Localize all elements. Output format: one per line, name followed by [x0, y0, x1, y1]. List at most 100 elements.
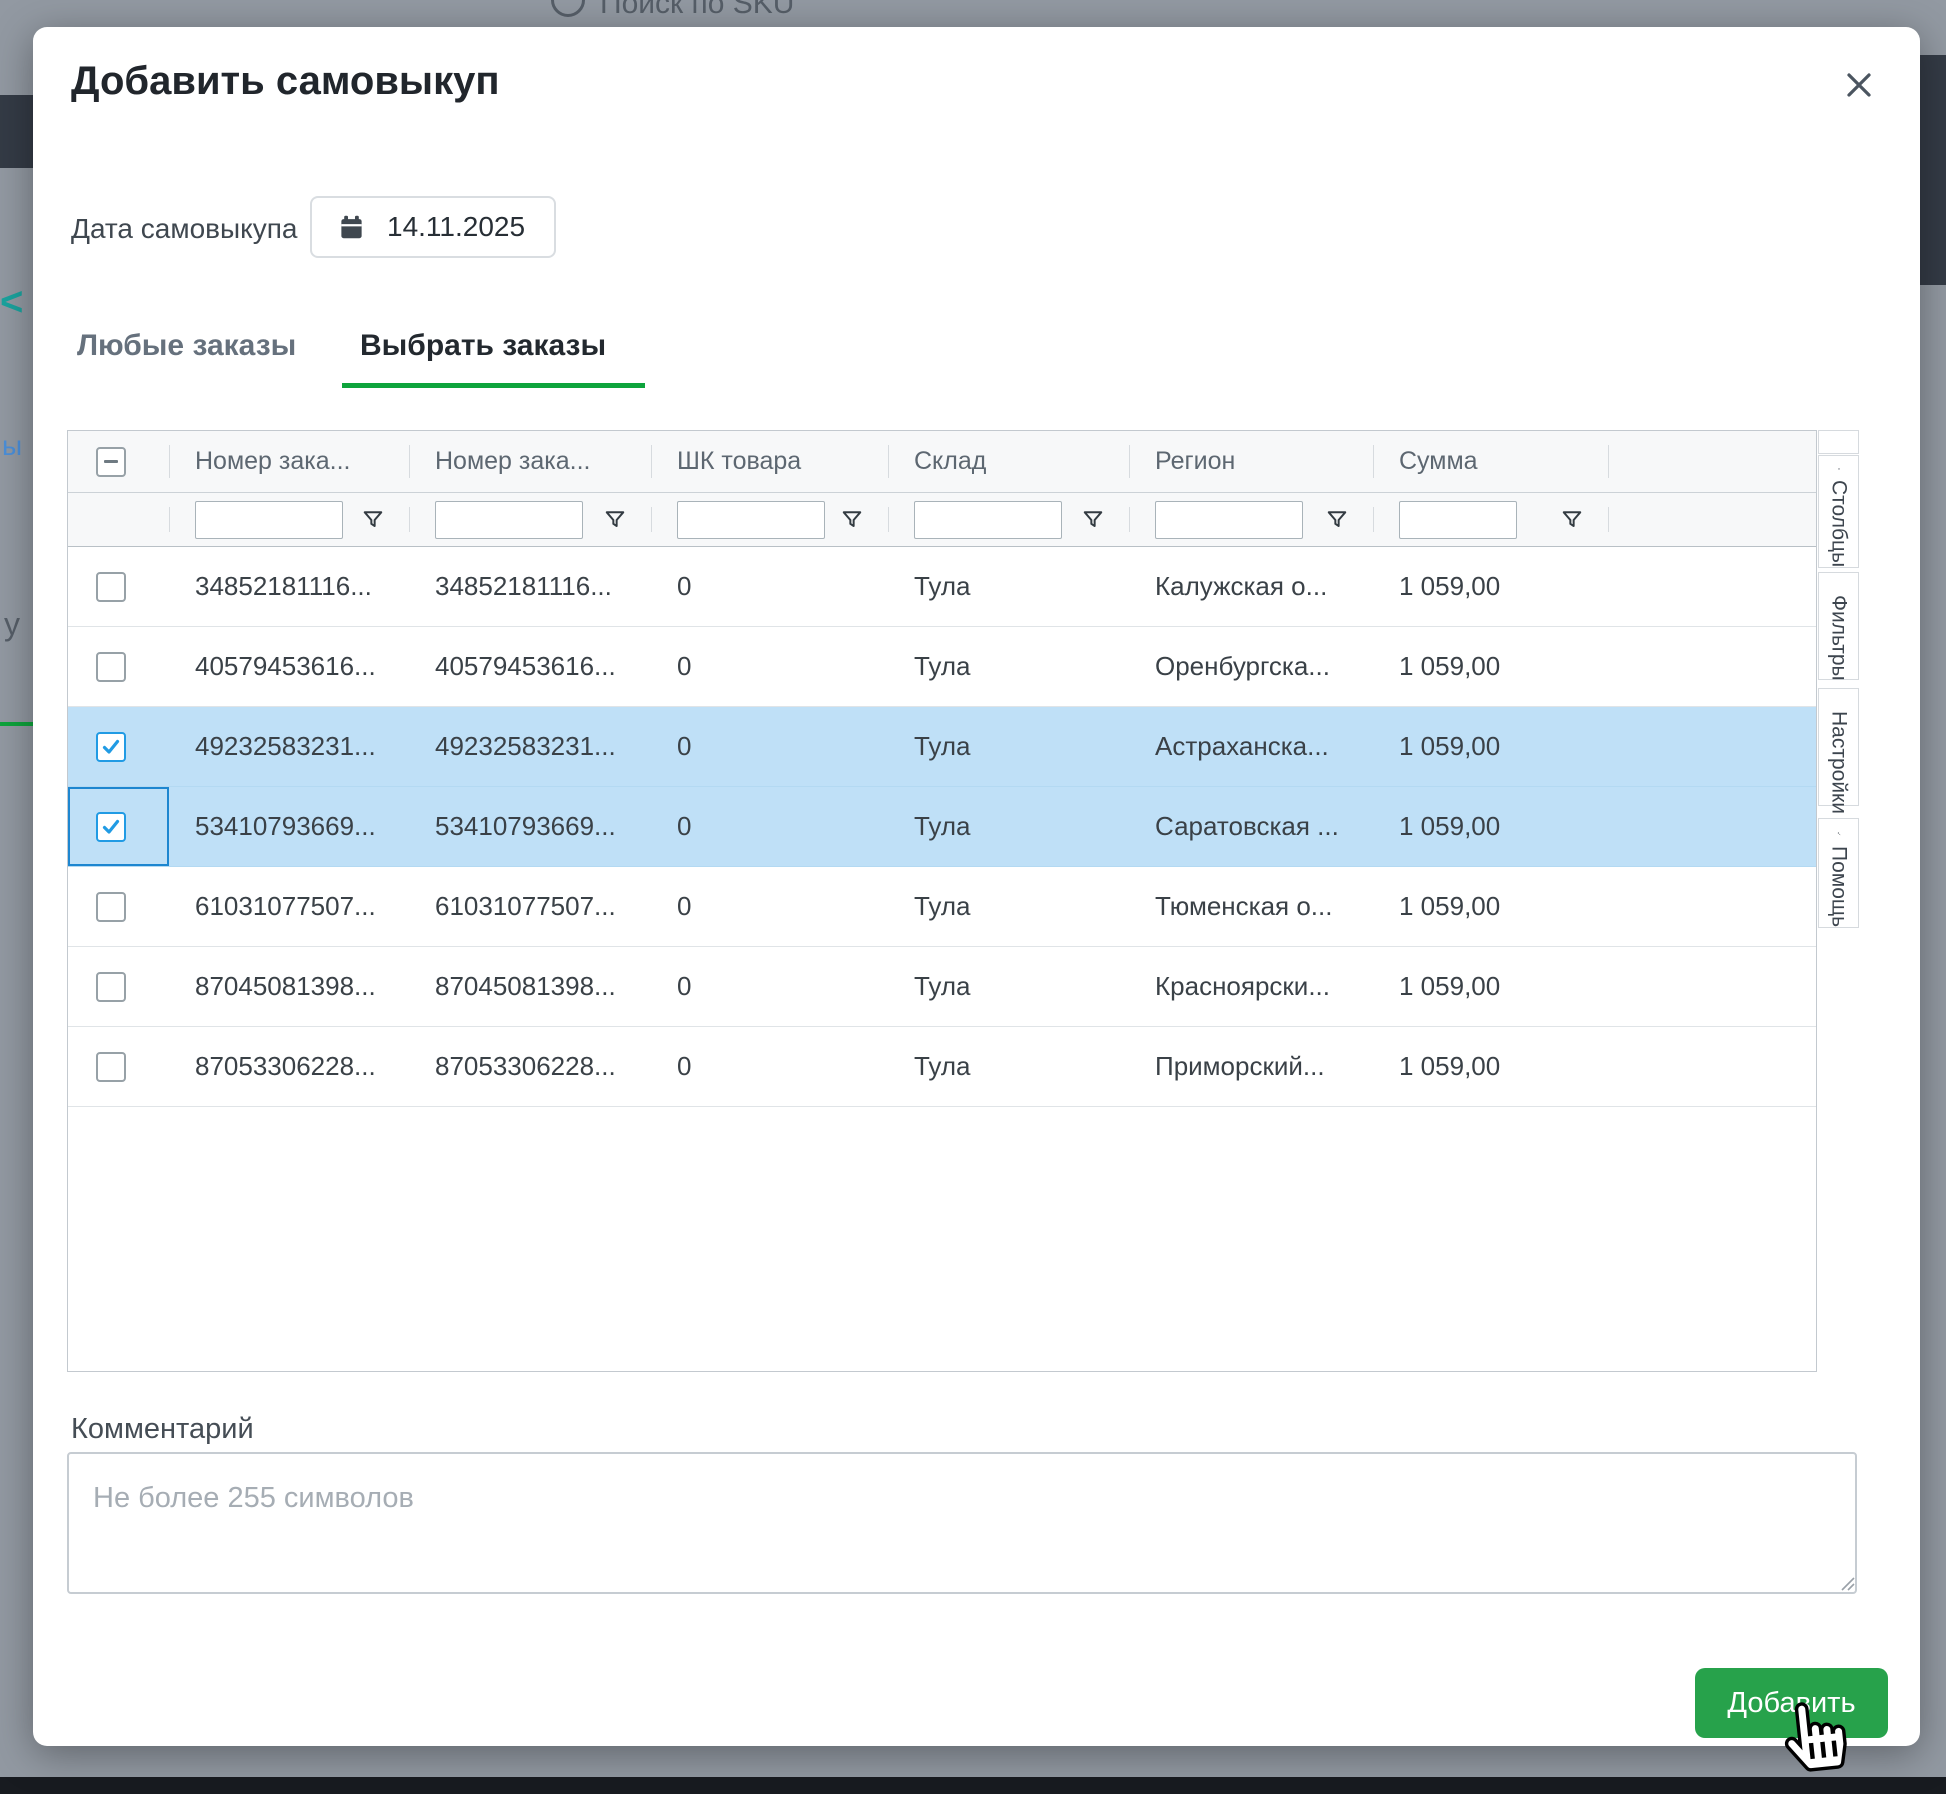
column-header[interactable]: Номер зака...: [169, 431, 409, 492]
cell-barcode[interactable]: 0: [651, 867, 888, 946]
cell-order-number-2[interactable]: 40579453616...: [409, 627, 651, 706]
cell-amount[interactable]: 1 059,00: [1373, 547, 1608, 626]
date-field[interactable]: 14.11.2025: [310, 196, 556, 258]
cell-amount[interactable]: 1 059,00: [1373, 627, 1608, 706]
side-tab-filters[interactable]: Фильтры: [1818, 572, 1859, 680]
column-header[interactable]: Регион: [1129, 431, 1373, 492]
checkbox-cell[interactable]: [68, 947, 169, 1026]
checkbox-cell[interactable]: [68, 547, 169, 626]
column-header[interactable]: Номер зака...: [409, 431, 651, 492]
cell-order-number-2[interactable]: 87053306228...: [409, 1027, 651, 1106]
row-checkbox[interactable]: [96, 572, 126, 602]
tab-any-orders[interactable]: Любые заказы: [77, 329, 296, 363]
filter-input-region[interactable]: [1155, 501, 1303, 539]
cell-order-number[interactable]: 87053306228...: [169, 1027, 409, 1106]
cell-order-number-2[interactable]: 87045081398...: [409, 947, 651, 1026]
backdrop-text-fragment: ы: [2, 430, 22, 462]
cell-order-number[interactable]: 61031077507...: [169, 867, 409, 946]
filter-input-barcode[interactable]: [677, 501, 825, 539]
close-button[interactable]: [1839, 65, 1879, 105]
column-header[interactable]: Склад: [888, 431, 1129, 492]
date-value: 14.11.2025: [387, 211, 525, 243]
cell-region[interactable]: Оренбургска...: [1129, 627, 1373, 706]
row-checkbox[interactable]: [96, 892, 126, 922]
cursor-icon: [1778, 1695, 1852, 1777]
cell-order-number-2[interactable]: 53410793669...: [409, 787, 651, 866]
cell-warehouse[interactable]: Тула: [888, 547, 1129, 626]
cell-region[interactable]: Саратовская ...: [1129, 787, 1373, 866]
cell-order-number[interactable]: 53410793669...: [169, 787, 409, 866]
cell-order-number-2[interactable]: 34852181116...: [409, 547, 651, 626]
table-row[interactable]: 87045081398... 87045081398... 0 Тула Кра…: [68, 947, 1816, 1027]
cell-barcode[interactable]: 0: [651, 947, 888, 1026]
cell-warehouse[interactable]: Тула: [888, 627, 1129, 706]
table-row-selected[interactable]: 49232583231... 49232583231... 0 Тула Аст…: [68, 707, 1816, 787]
cell-warehouse[interactable]: Тула: [888, 867, 1129, 946]
cell-barcode[interactable]: 0: [651, 1027, 888, 1106]
filter-cell-spacer: [1608, 493, 1816, 546]
table-row[interactable]: 61031077507... 61031077507... 0 Тула Тюм…: [68, 867, 1816, 947]
filter-input-order1[interactable]: [195, 501, 343, 539]
cell-amount[interactable]: 1 059,00: [1373, 1027, 1608, 1106]
cell-region[interactable]: Тюменская о...: [1129, 867, 1373, 946]
cell-barcode[interactable]: 0: [651, 787, 888, 866]
comment-textarea[interactable]: [67, 1452, 1857, 1594]
cell-order-number[interactable]: 87045081398...: [169, 947, 409, 1026]
cell-order-number-2[interactable]: 61031077507...: [409, 867, 651, 946]
cell-warehouse[interactable]: Тула: [888, 947, 1129, 1026]
filter-menu-button[interactable]: [1081, 508, 1105, 532]
select-all-checkbox[interactable]: [96, 447, 126, 477]
cell-spacer: [1608, 627, 1816, 706]
column-header[interactable]: ШК товара: [651, 431, 888, 492]
side-tab-columns[interactable]: Столбцы: [1818, 455, 1859, 568]
filter-menu-button[interactable]: [603, 508, 627, 532]
side-tab-label: Столбцы: [1827, 480, 1851, 567]
row-checkbox[interactable]: [96, 652, 126, 682]
row-checkbox-checked[interactable]: [96, 732, 126, 762]
funnel-icon: [1326, 509, 1348, 531]
cell-barcode[interactable]: 0: [651, 707, 888, 786]
filter-menu-button[interactable]: [361, 508, 385, 532]
cell-warehouse[interactable]: Тула: [888, 707, 1129, 786]
cell-order-number[interactable]: 49232583231...: [169, 707, 409, 786]
tab-select-orders[interactable]: Выбрать заказы: [360, 329, 606, 363]
table-row-selected[interactable]: 53410793669... 53410793669... 0 Тула Сар…: [68, 787, 1816, 867]
filter-input-amount[interactable]: [1399, 501, 1517, 539]
resize-grip[interactable]: [1839, 1575, 1855, 1591]
cell-amount[interactable]: 1 059,00: [1373, 947, 1608, 1026]
table-row[interactable]: 40579453616... 40579453616... 0 Тула Оре…: [68, 627, 1816, 707]
filter-input-warehouse[interactable]: [914, 501, 1062, 539]
filter-input-order2[interactable]: [435, 501, 583, 539]
side-tab-help[interactable]: Помощь: [1818, 818, 1859, 928]
filter-menu-button[interactable]: [1325, 508, 1349, 532]
checkbox-cell-focused[interactable]: [68, 787, 169, 866]
cell-barcode[interactable]: 0: [651, 627, 888, 706]
cell-region[interactable]: Приморский...: [1129, 1027, 1373, 1106]
checkbox-cell[interactable]: [68, 627, 169, 706]
cell-region[interactable]: Калужская о...: [1129, 547, 1373, 626]
table-row[interactable]: 87053306228... 87053306228... 0 Тула При…: [68, 1027, 1816, 1107]
side-tab-settings[interactable]: Настройки: [1818, 688, 1859, 806]
column-header[interactable]: Сумма: [1373, 431, 1608, 492]
table-row[interactable]: 34852181116... 34852181116... 0 Тула Кал…: [68, 547, 1816, 627]
row-checkbox[interactable]: [96, 1052, 126, 1082]
cell-region[interactable]: Астраханска...: [1129, 707, 1373, 786]
checkbox-cell[interactable]: [68, 1027, 169, 1106]
filter-menu-button[interactable]: [1560, 508, 1584, 532]
cell-order-number[interactable]: 40579453616...: [169, 627, 409, 706]
cell-order-number[interactable]: 34852181116...: [169, 547, 409, 626]
row-checkbox[interactable]: [96, 972, 126, 1002]
cell-spacer: [1608, 947, 1816, 1026]
cell-amount[interactable]: 1 059,00: [1373, 867, 1608, 946]
cell-barcode[interactable]: 0: [651, 547, 888, 626]
filter-menu-button[interactable]: [840, 508, 864, 532]
cell-order-number-2[interactable]: 49232583231...: [409, 707, 651, 786]
cell-amount[interactable]: 1 059,00: [1373, 787, 1608, 866]
row-checkbox-checked[interactable]: [96, 812, 126, 842]
cell-amount[interactable]: 1 059,00: [1373, 707, 1608, 786]
cell-region[interactable]: Красноярски...: [1129, 947, 1373, 1026]
cell-warehouse[interactable]: Тула: [888, 787, 1129, 866]
checkbox-cell[interactable]: [68, 867, 169, 946]
cell-warehouse[interactable]: Тула: [888, 1027, 1129, 1106]
checkbox-cell[interactable]: [68, 707, 169, 786]
